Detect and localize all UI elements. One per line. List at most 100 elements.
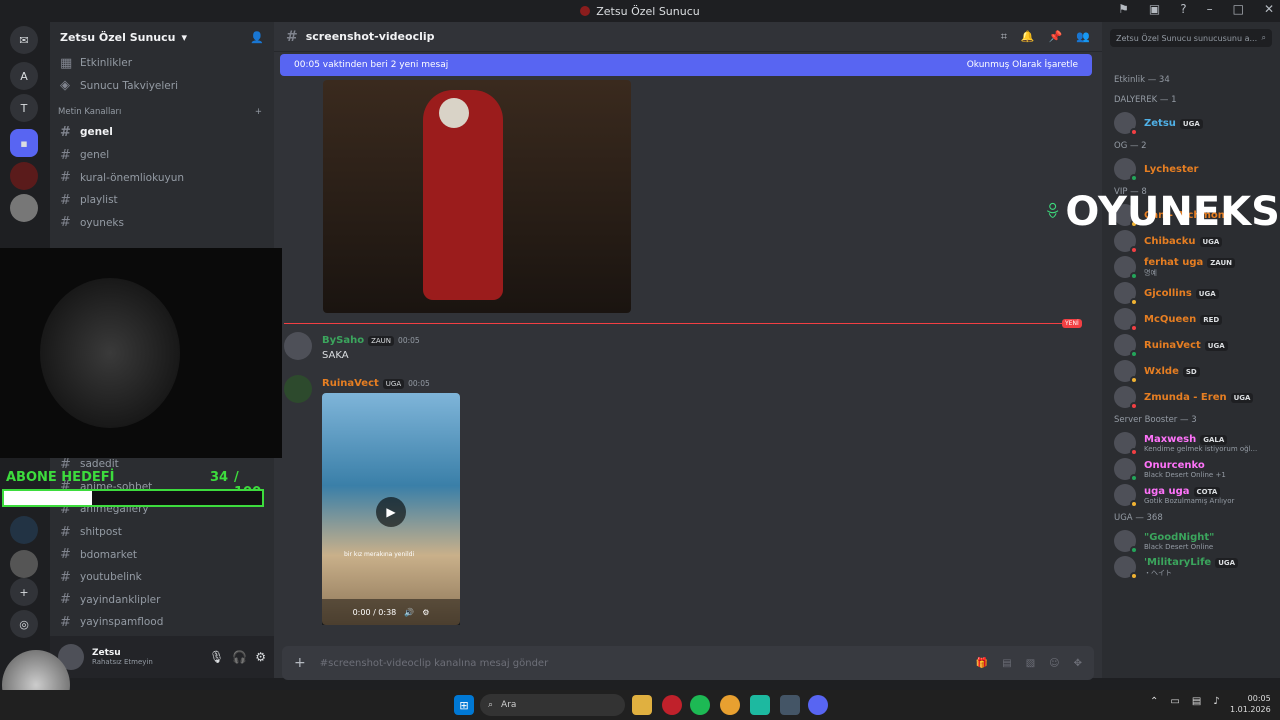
help-icon[interactable]: ? bbox=[1180, 2, 1186, 16]
apps-icon[interactable]: ✥ bbox=[1074, 658, 1082, 669]
opera-icon[interactable] bbox=[662, 695, 682, 715]
channel-bdomarket[interactable]: # bdomarket bbox=[50, 543, 274, 566]
member-item[interactable]: uga uga COTA Gotik Bozulmamış Arılıyor bbox=[1102, 482, 1280, 508]
guild-icon[interactable] bbox=[10, 194, 38, 222]
inbox-icon[interactable]: ⚑ bbox=[1118, 2, 1129, 16]
message-author[interactable]: BySaho bbox=[322, 335, 364, 346]
member-item[interactable]: McQueen RED bbox=[1102, 306, 1280, 332]
message-composer[interactable]: + #screenshot-videoclip kanalına mesaj g… bbox=[282, 646, 1094, 680]
member-item[interactable]: Zmunda - Eren UGA bbox=[1102, 384, 1280, 410]
boosts-item[interactable]: ◈ Sunucu Takviyeleri bbox=[50, 75, 274, 98]
search-input[interactable]: Zetsu Özel Sunucu sunucusunu a... ⌕ bbox=[1110, 29, 1272, 47]
guild-tag: ZAUN bbox=[368, 336, 395, 346]
stream-overlay bbox=[0, 248, 282, 458]
emoji-icon[interactable]: ☺ bbox=[1049, 658, 1059, 669]
new-divider bbox=[284, 323, 1082, 324]
new-messages-banner[interactable]: 00:05 vaktinden beri 2 yeni mesaj Okunmuş… bbox=[280, 54, 1092, 76]
pin-icon[interactable]: 📌 bbox=[1049, 30, 1063, 44]
avatar[interactable] bbox=[1114, 360, 1138, 384]
member-item[interactable]: RuinaVect UGA bbox=[1102, 332, 1280, 358]
member-activity: Kendime gelmek istiyorum oğl... bbox=[1144, 444, 1258, 453]
video-player[interactable]: ▶ bir kız merakına yenildi 0:00 / 0:38 🔊 ⚙ bbox=[322, 393, 460, 625]
more-icon[interactable]: ⚙ bbox=[422, 608, 429, 617]
guild-icon[interactable] bbox=[10, 550, 38, 578]
avatar[interactable] bbox=[1114, 386, 1138, 410]
guild-icon[interactable] bbox=[10, 516, 38, 544]
threads-icon[interactable]: ⌗ bbox=[1001, 30, 1007, 44]
avatar[interactable] bbox=[284, 332, 312, 360]
guild-a[interactable]: A bbox=[10, 62, 38, 90]
headset-icon[interactable]: 🎧 bbox=[232, 650, 247, 664]
screen-icon[interactable]: ▣ bbox=[1149, 2, 1160, 16]
avatar[interactable] bbox=[1114, 530, 1138, 554]
avatar[interactable] bbox=[1114, 256, 1138, 280]
avatar[interactable] bbox=[1114, 334, 1138, 358]
chrome-icon[interactable] bbox=[720, 695, 740, 715]
message-author[interactable]: RuinaVect bbox=[322, 378, 379, 389]
gift-icon[interactable]: 🎁 bbox=[976, 658, 988, 669]
folder-icon[interactable]: ▪ bbox=[10, 129, 38, 157]
message-input[interactable]: #screenshot-videoclip kanalına mesaj gön… bbox=[320, 658, 962, 669]
start-icon[interactable]: ⊞ bbox=[454, 695, 474, 715]
play-icon[interactable]: ▶ bbox=[376, 497, 406, 527]
avatar[interactable] bbox=[1114, 112, 1138, 136]
settings-icon[interactable]: ⚙ bbox=[255, 650, 266, 664]
category-text-channels[interactable]: Metin Kanalları + bbox=[50, 97, 274, 121]
guild-tag: UGA bbox=[1230, 392, 1254, 403]
channel-youtubelink[interactable]: # youtubelink bbox=[50, 566, 274, 589]
channel-playlist[interactable]: # playlist bbox=[50, 189, 274, 212]
member-item[interactable]: ferhat uga ZAUN 명예 bbox=[1102, 254, 1280, 280]
avatar[interactable] bbox=[1114, 308, 1138, 332]
bell-icon[interactable]: 🔔 bbox=[1021, 30, 1035, 44]
maximize-button[interactable]: □ bbox=[1233, 2, 1244, 16]
avatar[interactable] bbox=[1114, 432, 1138, 456]
member-item[interactable]: Maxwesh GALA Kendime gelmek istiyorum oğl.… bbox=[1102, 430, 1280, 456]
clock[interactable]: 00:05 1.01.2026 bbox=[1230, 693, 1271, 715]
avatar[interactable] bbox=[1114, 556, 1138, 580]
discord-home-icon[interactable]: ✉ bbox=[10, 26, 38, 54]
channel-shitpost[interactable]: # shitpost bbox=[50, 521, 274, 544]
discover-icon[interactable]: ◎ bbox=[10, 610, 38, 638]
member-name: ferhat uga bbox=[1144, 256, 1204, 268]
volume-icon[interactable]: 🔊 bbox=[404, 608, 414, 617]
member-item[interactable]: Wxlde SD bbox=[1102, 358, 1280, 384]
avatar[interactable] bbox=[1114, 282, 1138, 306]
avatar[interactable] bbox=[284, 375, 312, 403]
app-icon[interactable] bbox=[750, 695, 770, 715]
channel-yayindanklipler[interactable]: # yayindanklipler bbox=[50, 589, 274, 612]
mic-icon[interactable]: 🎙 bbox=[209, 650, 224, 664]
user-status: Rahatsız Etmeyin bbox=[92, 658, 153, 666]
sticker-icon[interactable]: ▧ bbox=[1026, 658, 1035, 669]
channel-oyuneks[interactable]: # oyuneks bbox=[50, 212, 274, 235]
system-tray[interactable]: ⌃ ▭ ▤ ♪ bbox=[1150, 696, 1220, 707]
mark-read-button[interactable]: Okunmuş Olarak İşaretle bbox=[967, 60, 1078, 70]
add-server-icon[interactable]: + bbox=[10, 578, 38, 606]
member-item[interactable]: Gjcollins UGA bbox=[1102, 280, 1280, 306]
spotify-icon[interactable] bbox=[690, 695, 710, 715]
events-item[interactable]: ▦ Etkinlikler bbox=[50, 52, 274, 75]
guild-t[interactable]: T bbox=[10, 94, 38, 122]
member-item[interactable]: Onurcenko Black Desert Online +1 bbox=[1102, 456, 1280, 482]
member-item[interactable]: 'MilitaryLife UGA ・ヘイト bbox=[1102, 554, 1280, 580]
close-button[interactable]: ✕ bbox=[1264, 2, 1274, 16]
gif-icon[interactable]: ▤ bbox=[1002, 658, 1011, 669]
taskbar-search[interactable]: ⌕ Ara bbox=[480, 694, 625, 716]
guild-icon[interactable] bbox=[10, 162, 38, 190]
santa-image[interactable] bbox=[323, 80, 631, 313]
member-item[interactable]: Zetsu UGA bbox=[1102, 110, 1280, 136]
member-item[interactable]: "GoodNight" Black Desert Online bbox=[1102, 528, 1280, 554]
minimize-button[interactable]: – bbox=[1207, 2, 1213, 16]
channel-genel-2[interactable]: # genel bbox=[50, 144, 274, 167]
server-header[interactable]: Zetsu Özel Sunucu ▾ 👤 bbox=[50, 22, 274, 52]
channel-genel[interactable]: # genel bbox=[50, 121, 274, 144]
avatar[interactable] bbox=[1114, 458, 1138, 482]
attach-icon[interactable]: + bbox=[294, 655, 306, 671]
member-activity: Gotik Bozulmamış Arılıyor bbox=[1144, 496, 1235, 505]
app-icon[interactable] bbox=[780, 695, 800, 715]
explorer-icon[interactable] bbox=[632, 695, 652, 715]
discord-icon[interactable] bbox=[808, 695, 828, 715]
members-icon[interactable]: 👥 bbox=[1076, 30, 1090, 44]
avatar[interactable] bbox=[1114, 484, 1138, 508]
channel-yayinspamflood[interactable]: # yayinspamflood bbox=[50, 611, 274, 634]
channel-rules[interactable]: # kural-önemliokuyun bbox=[50, 166, 274, 189]
